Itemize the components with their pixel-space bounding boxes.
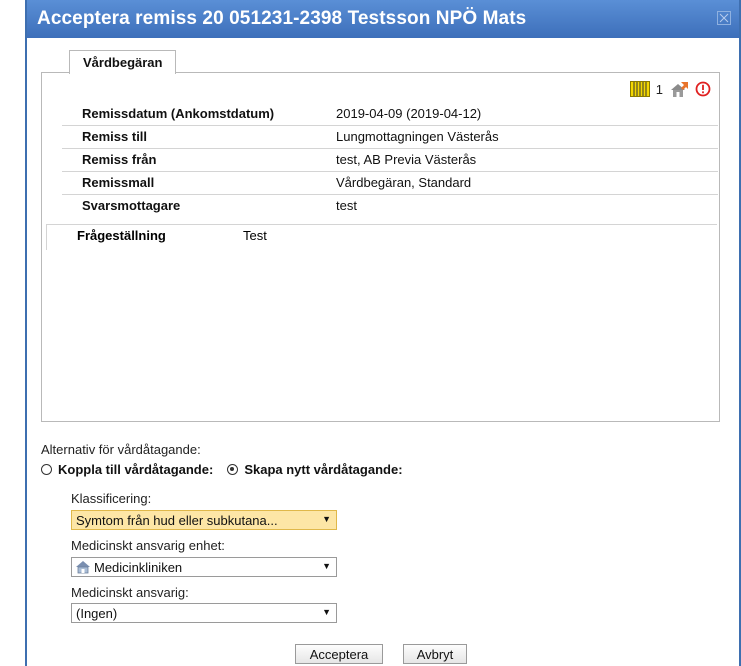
alert-icon[interactable]	[695, 81, 711, 97]
responsible-unit-select[interactable]: Medicinkliniken ▼	[71, 557, 337, 577]
responsible-unit-label: Medicinskt ansvarig enhet:	[71, 538, 225, 553]
responsible-person-value: (Ingen)	[76, 606, 118, 621]
detail-value: Vårdbegäran, Standard	[336, 175, 472, 190]
detail-label: Remissdatum (Ankomstdatum)	[82, 106, 275, 121]
classification-value: Symtom från hud eller subkutana...	[76, 513, 278, 528]
detail-row-referral-from: Remiss från test, AB Previa Västerås	[62, 149, 718, 172]
home-icon	[76, 561, 90, 574]
accept-referral-dialog: Acceptera remiss 20 051231-2398 Testsson…	[25, 0, 741, 666]
care-commitment-options: Koppla till vårdåtagande: Skapa nytt vår…	[41, 462, 403, 477]
panel-toolbar: 1	[629, 79, 711, 99]
cancel-button[interactable]: Avbryt	[403, 644, 467, 664]
tab-vardbegaran[interactable]: Vårdbegäran	[69, 50, 177, 74]
detail-label: Remissmall	[82, 175, 155, 190]
referral-details-panel: 1 Remissdatum (Ankomstdatum) 2019-04-09 …	[41, 72, 720, 422]
barcode-icon[interactable]	[629, 81, 650, 97]
question-section: Frågeställning Test	[46, 224, 717, 250]
close-button[interactable]	[717, 11, 731, 25]
responsible-unit-value: Medicinkliniken	[94, 560, 183, 575]
count-badge: 1	[655, 81, 663, 97]
detail-value: test, AB Previa Västerås	[336, 152, 477, 167]
responsible-person-select[interactable]: (Ingen) ▼	[71, 603, 337, 623]
care-commitment-heading: Alternativ för vårdåtagande:	[41, 442, 201, 457]
responsible-person-label: Medicinskt ansvarig:	[71, 585, 189, 600]
close-icon	[719, 13, 729, 23]
detail-row-referral-to: Remiss till Lungmottagningen Västerås	[62, 126, 718, 149]
radio-connect-label[interactable]: Koppla till vårdåtagande:	[58, 462, 213, 477]
question-label: Frågeställning	[77, 228, 166, 243]
home-arrow-icon[interactable]	[669, 81, 689, 98]
question-value: Test	[243, 228, 267, 243]
detail-row-referral-date: Remissdatum (Ankomstdatum) 2019-04-09 (2…	[62, 103, 718, 126]
radio-new-label[interactable]: Skapa nytt vårdåtagande:	[244, 462, 402, 477]
classification-select[interactable]: Symtom från hud eller subkutana... ▼	[71, 510, 337, 530]
chevron-down-icon: ▼	[322, 514, 331, 524]
detail-row-referral-template: Remissmall Vårdbegäran, Standard	[62, 172, 718, 195]
accept-button[interactable]: Acceptera	[295, 644, 383, 664]
classification-label: Klassificering:	[71, 491, 152, 506]
chevron-down-icon: ▼	[322, 561, 331, 571]
detail-value: Lungmottagningen Västerås	[336, 129, 499, 144]
detail-value: test	[336, 198, 357, 213]
detail-row-answer-recipient: Svarsmottagare test	[62, 195, 718, 217]
dialog-title: Acceptera remiss 20 051231-2398 Testsson…	[37, 8, 527, 29]
detail-label: Remiss från	[82, 152, 157, 167]
chevron-down-icon: ▼	[322, 607, 331, 617]
radio-connect-care-commitment[interactable]	[41, 464, 52, 475]
radio-new-care-commitment[interactable]	[227, 464, 239, 475]
title-bar: Acceptera remiss 20 051231-2398 Testsson…	[27, 0, 739, 38]
detail-value: 2019-04-09 (2019-04-12)	[336, 106, 482, 121]
detail-label: Svarsmottagare	[82, 198, 181, 213]
detail-label: Remiss till	[82, 129, 148, 144]
